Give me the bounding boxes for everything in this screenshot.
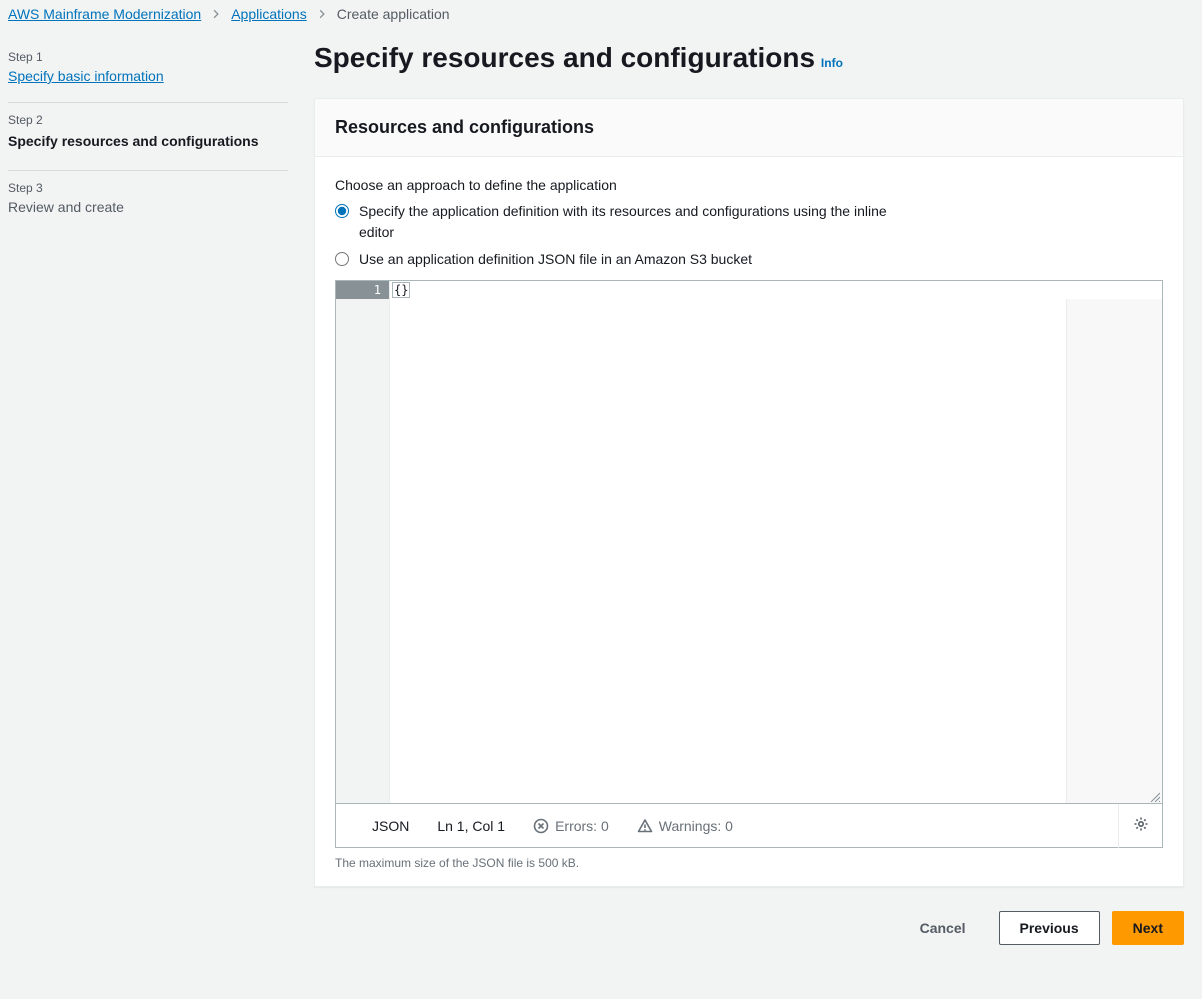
radio-option-s3[interactable]: Use an application definition JSON file …	[335, 249, 1163, 270]
breadcrumb: AWS Mainframe Modernization Applications…	[0, 0, 1202, 34]
editor-status-bar: JSON Ln 1, Col 1 Errors: 0 Warnings: 0	[335, 804, 1163, 848]
editor-code-area[interactable]: {}	[390, 281, 1162, 803]
editor-lang: JSON	[372, 818, 409, 834]
wizard-steps: Step 1 Specify basic information Step 2 …	[0, 34, 296, 953]
editor-minimap	[1066, 299, 1162, 803]
radio-option-inline[interactable]: Specify the application definition with …	[335, 201, 1163, 243]
previous-button[interactable]: Previous	[999, 911, 1100, 945]
editor-warnings-label: Warnings: 0	[659, 818, 733, 834]
json-editor[interactable]: 1 {}	[335, 280, 1163, 804]
radio-s3-input[interactable]	[335, 252, 349, 266]
chevron-right-icon	[211, 9, 221, 19]
editor-errors: Errors: 0	[533, 818, 609, 834]
next-button[interactable]: Next	[1112, 911, 1184, 945]
gear-icon	[1133, 816, 1149, 835]
wizard-step-2: Step 2 Specify resources and configurati…	[8, 103, 288, 171]
step-eyebrow: Step 1	[8, 50, 288, 64]
editor-position: Ln 1, Col 1	[437, 818, 505, 834]
resources-panel: Resources and configurations Choose an a…	[314, 98, 1184, 887]
editor-content: {}	[392, 282, 410, 298]
wizard-step-1: Step 1 Specify basic information	[8, 40, 288, 103]
step-current-title: Specify resources and configurations	[8, 131, 288, 152]
size-hint: The maximum size of the JSON file is 500…	[335, 856, 1163, 870]
error-icon	[533, 818, 549, 834]
step-eyebrow: Step 2	[8, 113, 288, 127]
editor-settings-button[interactable]	[1118, 804, 1162, 848]
wizard-footer: Cancel Previous Next	[314, 911, 1184, 953]
breadcrumb-current: Create application	[337, 6, 450, 22]
breadcrumb-mainframe[interactable]: AWS Mainframe Modernization	[8, 6, 201, 22]
warning-icon	[637, 818, 653, 834]
radio-inline-input[interactable]	[335, 204, 349, 218]
cancel-button[interactable]: Cancel	[899, 911, 987, 945]
radio-s3-label[interactable]: Use an application definition JSON file …	[359, 249, 752, 270]
line-number: 1	[336, 281, 389, 299]
main-content: Specify resources and configurations Inf…	[296, 34, 1202, 953]
step-link-basic-info[interactable]: Specify basic information	[8, 68, 164, 84]
page-title: Specify resources and configurations	[314, 42, 815, 73]
breadcrumb-applications[interactable]: Applications	[231, 6, 307, 22]
wizard-step-3: Step 3 Review and create	[8, 171, 288, 233]
step-future-title: Review and create	[8, 199, 288, 215]
resize-handle-icon[interactable]	[1148, 789, 1160, 801]
panel-title: Resources and configurations	[335, 117, 1163, 138]
radio-inline-label[interactable]: Specify the application definition with …	[359, 201, 919, 243]
editor-gutter: 1	[336, 281, 390, 803]
chevron-right-icon	[317, 9, 327, 19]
editor-warnings: Warnings: 0	[637, 818, 733, 834]
approach-label: Choose an approach to define the applica…	[335, 177, 1163, 193]
info-link[interactable]: Info	[821, 56, 843, 70]
panel-header: Resources and configurations	[315, 99, 1183, 157]
editor-errors-label: Errors: 0	[555, 818, 609, 834]
step-eyebrow: Step 3	[8, 181, 288, 195]
